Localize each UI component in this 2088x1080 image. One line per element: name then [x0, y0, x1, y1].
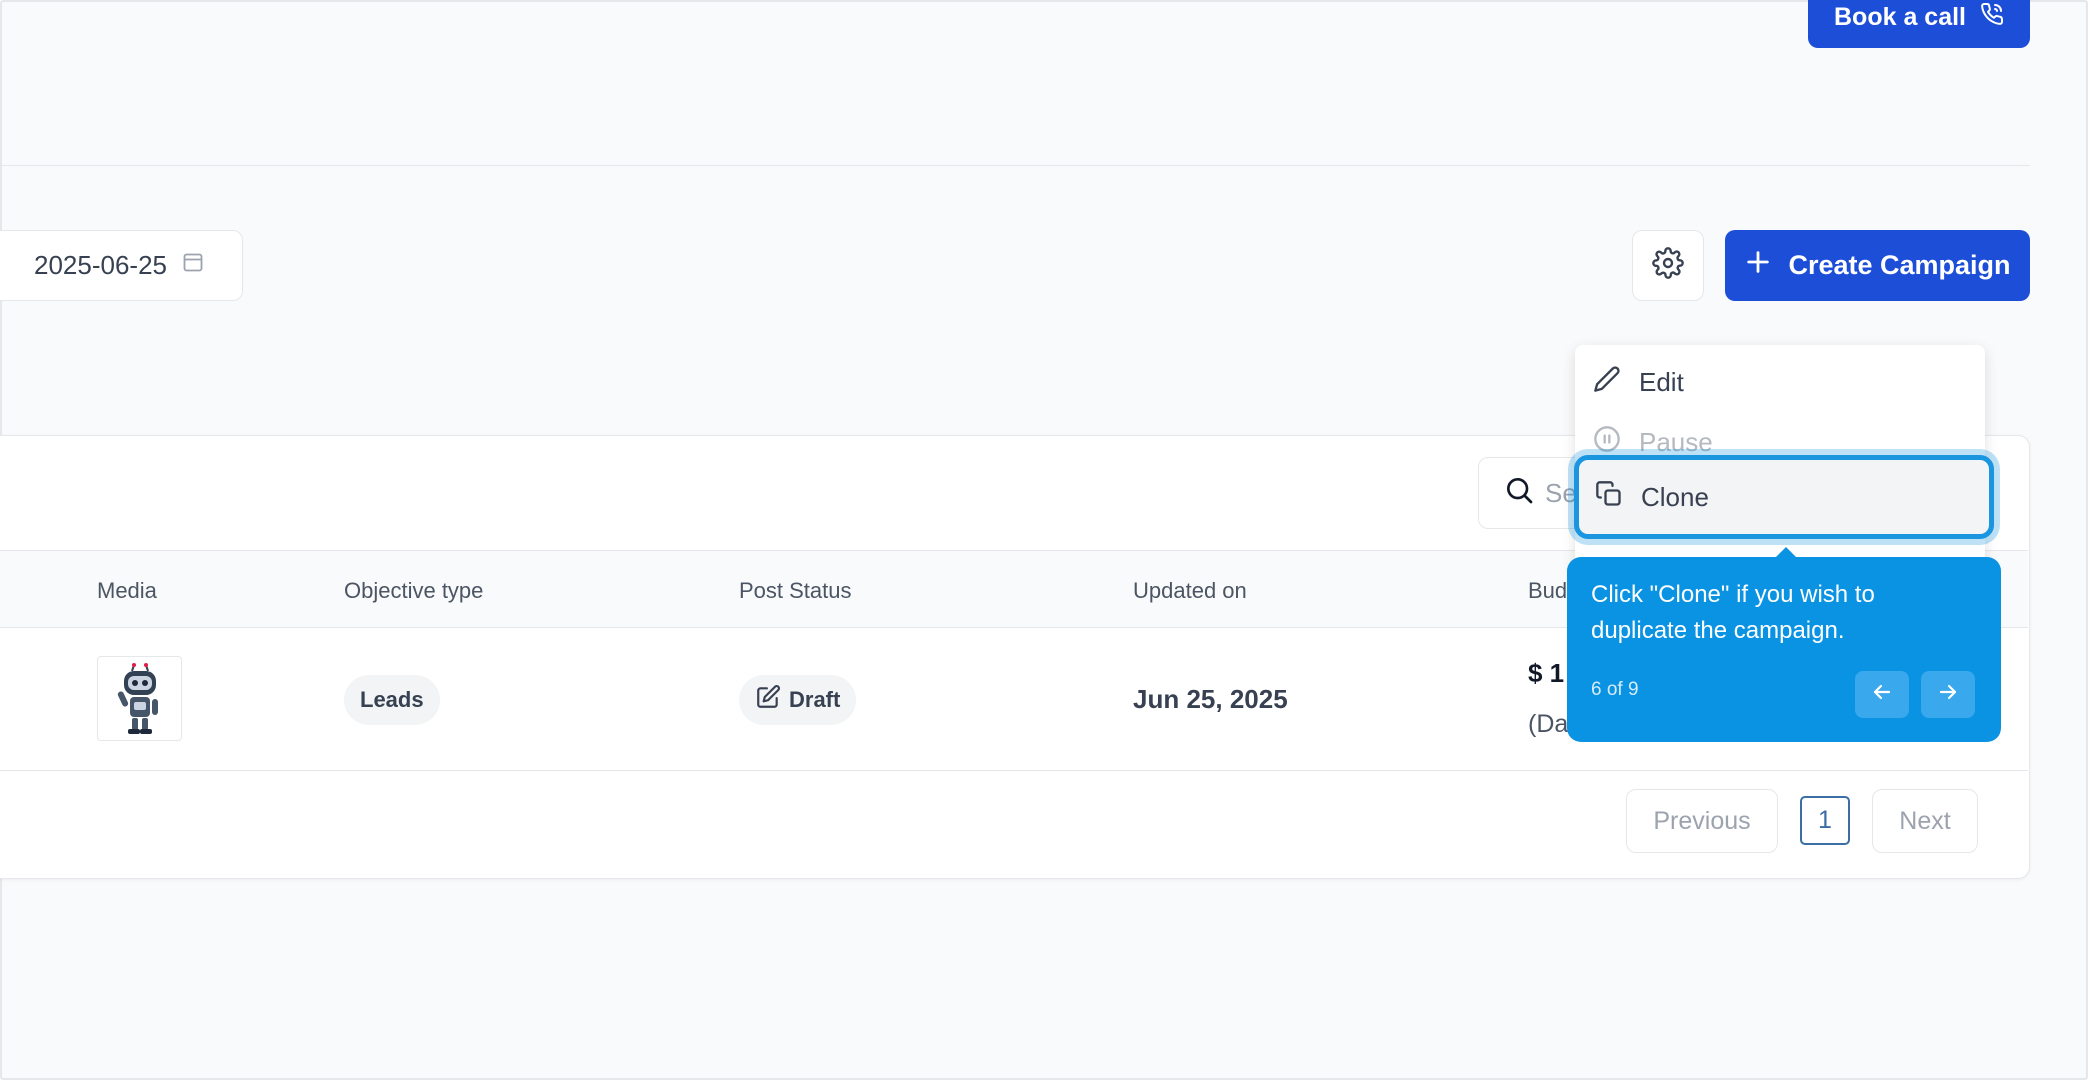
search-placeholder: Se — [1545, 477, 1577, 508]
book-call-label: Book a call — [1834, 2, 1966, 31]
menu-item-pause-label: Pause — [1639, 426, 1713, 457]
menu-item-edit-label: Edit — [1639, 366, 1684, 397]
robot-image — [117, 662, 158, 734]
column-header-media: Media — [97, 578, 157, 603]
tour-tooltip: Click "Clone" if you wish to duplicate t… — [1567, 547, 2001, 742]
date-value: 2025-06-25 — [34, 250, 167, 280]
search-icon — [1503, 474, 1535, 513]
menu-item-clone-label: Clone — [1641, 481, 1709, 512]
status-badge: Draft — [739, 675, 857, 725]
tour-next-button[interactable] — [1921, 671, 1975, 718]
gear-icon — [1652, 247, 1684, 284]
edit-square-icon — [755, 684, 781, 716]
plus-icon — [1744, 248, 1772, 283]
budget-period: (Da — [1528, 710, 1569, 738]
status-label: Draft — [789, 687, 841, 712]
previous-page-button[interactable]: Previous — [1626, 789, 1778, 853]
settings-button[interactable] — [1632, 230, 1704, 301]
date-filter-field[interactable]: 2025-06-25 — [0, 230, 243, 301]
menu-item-clone[interactable]: Clone — [1574, 455, 1994, 539]
book-a-call-button[interactable]: Book a call — [1808, 0, 2030, 48]
column-header-post-status: Post Status — [739, 578, 852, 603]
budget-value: $ 1 — [1528, 658, 1565, 688]
current-page-button[interactable]: 1 — [1800, 796, 1850, 845]
menu-item-edit[interactable]: Edit — [1593, 357, 1684, 407]
calendar-icon[interactable] — [181, 250, 205, 281]
objective-label: Leads — [360, 687, 424, 712]
tour-step-counter: 6 of 9 — [1591, 679, 1639, 700]
row-divider — [0, 770, 2028, 771]
create-campaign-label: Create Campaign — [1788, 250, 2011, 280]
phone-icon — [1980, 2, 2004, 33]
column-header-budget: Bud — [1528, 578, 1568, 603]
tour-tooltip-text: Click "Clone" if you wish to duplicate t… — [1591, 581, 1875, 644]
objective-badge: Leads — [344, 675, 440, 725]
media-thumbnail[interactable] — [97, 656, 182, 741]
tour-prev-button[interactable] — [1855, 671, 1909, 718]
copy-icon — [1595, 480, 1623, 515]
column-header-updated: Updated on — [1133, 578, 1247, 603]
arrow-left-icon — [1870, 680, 1894, 709]
create-campaign-button[interactable]: Create Campaign — [1725, 230, 2030, 301]
arrow-right-icon — [1936, 680, 1960, 709]
next-page-button[interactable]: Next — [1872, 789, 1978, 853]
column-header-objective: Objective type — [344, 578, 484, 603]
updated-date: Jun 25, 2025 — [1133, 684, 1288, 714]
pencil-icon — [1593, 365, 1621, 400]
header-divider — [0, 165, 2030, 166]
